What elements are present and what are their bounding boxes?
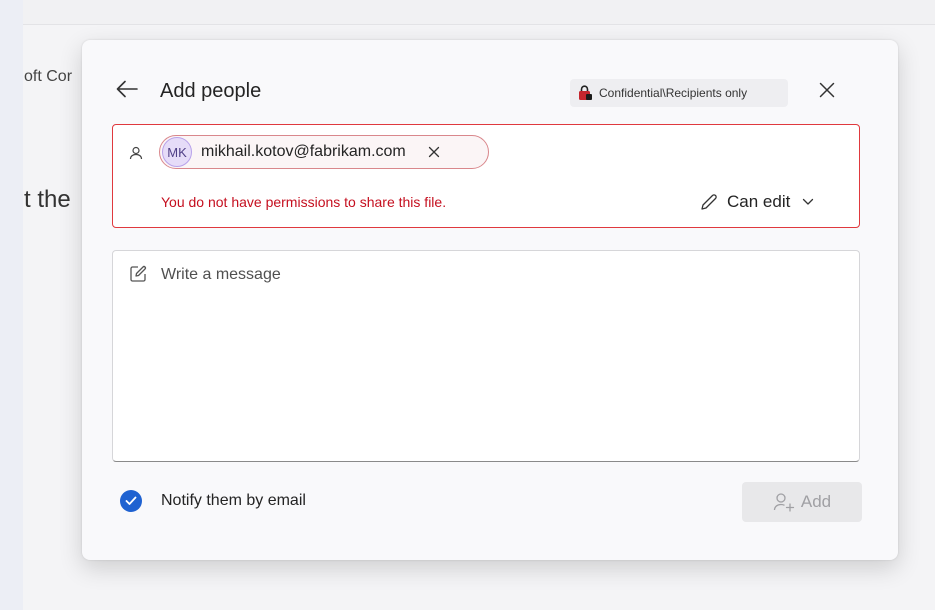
compose-icon: [129, 265, 147, 283]
message-placeholder: Write a message: [161, 266, 281, 283]
add-people-dialog: Add people Confidential\Recipients only …: [82, 40, 898, 560]
permission-dropdown[interactable]: Can edit: [699, 187, 839, 217]
background-toolbar: [23, 0, 935, 25]
add-button[interactable]: Add: [742, 482, 862, 522]
remove-recipient-button[interactable]: [426, 144, 442, 160]
back-button[interactable]: [112, 76, 142, 106]
sensitivity-label[interactable]: Confidential\Recipients only: [570, 79, 788, 107]
lock-icon: [578, 85, 593, 101]
add-person-icon: [773, 492, 795, 512]
permission-label: Can edit: [727, 192, 791, 211]
recipient-email: mikhail.kotov@fabrikam.com: [201, 143, 406, 160]
message-field[interactable]: Write a message: [112, 250, 860, 462]
recipients-field[interactable]: MK mikhail.kotov@fabrikam.com You do not…: [112, 124, 860, 228]
background-text-fragment: oft Cor: [24, 68, 73, 85]
add-button-label: Add: [800, 492, 832, 511]
person-icon: [129, 146, 143, 160]
error-message: You do not have permissions to share thi…: [161, 194, 447, 210]
avatar: MK: [162, 137, 192, 167]
chevron-down-icon: [802, 198, 814, 206]
background-heading-fragment: t the: [24, 186, 71, 213]
notify-checkbox[interactable]: [120, 490, 142, 512]
close-icon: [819, 82, 835, 103]
pencil-icon: [699, 192, 719, 212]
background-edge: [0, 0, 23, 610]
recipient-chip[interactable]: MK mikhail.kotov@fabrikam.com: [159, 135, 489, 169]
sensitivity-label-text: Confidential\Recipients only: [599, 86, 748, 100]
remove-icon: [428, 146, 439, 158]
close-button[interactable]: [812, 77, 842, 107]
back-arrow-icon: [116, 80, 138, 103]
checkmark-icon: [125, 496, 137, 505]
dialog-title: Add people: [160, 80, 262, 102]
notify-label: Notify them by email: [161, 492, 306, 509]
